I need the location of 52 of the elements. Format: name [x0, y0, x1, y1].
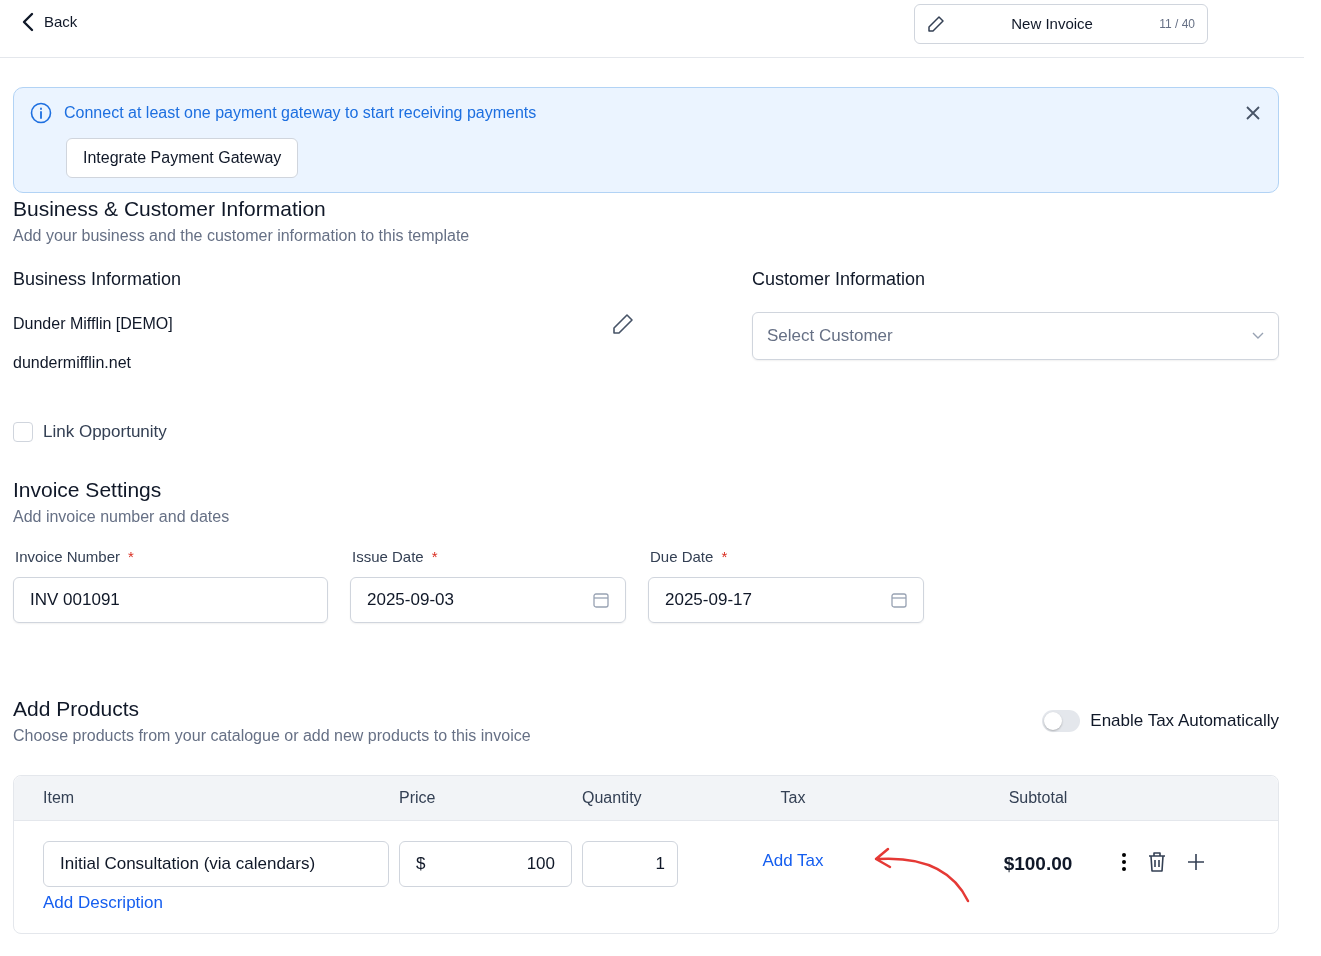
pencil-icon [927, 14, 945, 33]
character-counter: 11 / 40 [1159, 16, 1195, 31]
invoice-name-field[interactable]: New Invoice 11 / 40 [914, 3, 1208, 44]
required-mark: * [721, 548, 728, 565]
field-label: Due Date [650, 548, 714, 565]
price-field[interactable]: $ 100 [399, 841, 572, 887]
currency-symbol: $ [416, 854, 426, 874]
chevron-down-icon [1252, 332, 1264, 340]
more-options-button[interactable] [1122, 853, 1126, 871]
column-header: Tax [779, 789, 807, 807]
section-title: Add Products [13, 697, 141, 721]
customer-heading: Customer Information [752, 269, 927, 290]
business-heading: Business Information [13, 269, 183, 290]
checkbox-label: Link Opportunity [43, 422, 167, 442]
required-mark: * [431, 548, 438, 565]
close-button[interactable] [1246, 106, 1260, 120]
add-description-link[interactable]: Add Description [43, 893, 163, 913]
date-field[interactable]: 2025-09-17 [648, 577, 924, 623]
column-header: Item [43, 789, 76, 807]
calendar-icon [891, 592, 907, 608]
input-field[interactable]: INV 001091 [13, 577, 328, 623]
business-name: Dunder Mifflin [DEMO] [13, 315, 173, 333]
field-label: Issue Date [352, 548, 424, 565]
customer-select[interactable]: Select Customer [752, 312, 1279, 360]
chevron-left-icon [22, 11, 34, 32]
integrate-gateway-button[interactable]: Integrate Payment Gateway [66, 138, 299, 178]
date-field[interactable]: 2025-09-03 [350, 577, 626, 623]
add-button[interactable] [1188, 854, 1204, 870]
tax-toggle[interactable]: Enable Tax Automatically [1042, 710, 1279, 732]
edit-button[interactable] [611, 312, 635, 336]
required-mark: * [128, 548, 134, 565]
section-title: Invoice Settings [13, 478, 163, 502]
business-website: dundermifflin.net [13, 354, 132, 372]
section-subtitle: Add your business and the customer information to this template [13, 227, 471, 245]
item-field[interactable]: Initial Consultation (via calendars) [43, 841, 389, 887]
banner-message: Connect at least one payment gateway to start receiving payments [64, 104, 538, 122]
quantity-field[interactable]: 1 [582, 841, 678, 887]
add-tax-link[interactable]: Add Tax [762, 851, 824, 871]
field-label: Invoice Number [15, 548, 121, 565]
column-header: Quantity [582, 789, 643, 807]
section-title: Business & Customer Information [13, 197, 327, 221]
back-button[interactable]: Back [22, 11, 78, 32]
delete-button[interactable] [1148, 851, 1166, 873]
checkbox[interactable] [13, 422, 33, 442]
section-subtitle: Add invoice number and dates [13, 508, 231, 526]
toggle-switch[interactable] [1042, 710, 1081, 732]
column-header: Price [399, 789, 437, 807]
info-icon [30, 102, 52, 124]
section-subtitle: Choose products from your catalogue or add new products to this invoice [13, 727, 531, 745]
column-header: Subtotal [1007, 789, 1069, 807]
calendar-icon [593, 592, 609, 608]
subtotal-value: $100.00 [1003, 853, 1073, 875]
